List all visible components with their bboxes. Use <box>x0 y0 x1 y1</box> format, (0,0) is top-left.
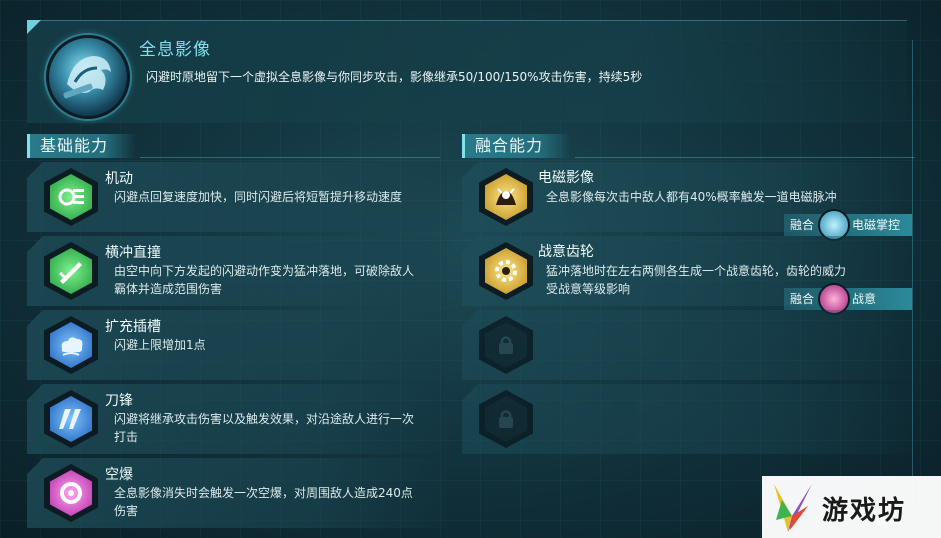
skill-name: 扩充插槽 <box>105 319 161 335</box>
blade-slash-icon <box>59 409 81 429</box>
war-gear-icon <box>495 260 517 282</box>
skill-badge <box>479 242 533 300</box>
skill-name: 横冲直撞 <box>105 245 161 261</box>
skill-description: 全息影像每次击中敌人都有40%概率触发一道电磁脉冲 <box>546 190 837 204</box>
electro-clone-icon <box>496 188 516 205</box>
skill-badge <box>44 464 98 522</box>
locked-fusion-slot <box>462 310 912 380</box>
skill-description: 闪避上限增加1点 <box>114 338 206 352</box>
header-corner-notch <box>27 20 41 34</box>
locked-badge <box>479 390 533 448</box>
fusion-abilities-title: 融合能力 <box>462 134 572 158</box>
skill-name: 机动 <box>105 171 133 187</box>
lock-icon <box>499 336 513 354</box>
skill-description: 由空中向下方发起的闪避动作变为猛冲落地，可破除敌人霸体并造成范围伤害 <box>114 264 415 296</box>
fusion-partner-name: 战意 <box>852 292 877 306</box>
skill-badge <box>479 168 533 226</box>
burst-ring-icon <box>60 482 82 504</box>
fusion-label: 融合 <box>790 218 815 232</box>
skill-row-mobility[interactable]: 机动 闪避点回复速度加快，同时闪避后将短暂提升移动速度 <box>27 162 447 232</box>
basic-section-line <box>140 157 440 158</box>
skill-description: 全息影像消失时会触发一次空爆，对周围敌人造成240点伤害 <box>114 486 413 518</box>
skill-name: 刀锋 <box>105 393 133 409</box>
skill-name: 空爆 <box>105 467 133 483</box>
fusion-label: 融合 <box>790 292 815 306</box>
locked-badge <box>479 316 533 374</box>
gear-runner-icon <box>58 188 84 206</box>
skill-description: 闪避点回复速度加快，同时闪避后将短暂提升移动速度 <box>114 190 403 204</box>
feather-logo-icon <box>774 484 812 532</box>
ability-description: 闪避时原地留下一个虚拟全息影像与你同步攻击，影像继承50/100/150%攻击伤… <box>146 70 643 84</box>
site-watermark: 游戏坊 <box>762 476 941 538</box>
lock-icon <box>499 410 513 428</box>
watermark-text: 游戏坊 <box>822 496 907 526</box>
skill-description: 闪避将继承攻击伤害以及触发效果，对沿途敌人进行一次打击 <box>114 412 415 444</box>
fusion-tag-war-spirit[interactable]: 融合 战意 <box>784 283 912 315</box>
skill-row-air-burst[interactable]: 空爆 全息影像消失时会触发一次空爆，对周围敌人造成240点伤害 <box>27 458 447 528</box>
skill-name: 电磁影像 <box>538 170 594 186</box>
skill-badge <box>44 390 98 448</box>
skill-row-expand-slot[interactable]: 扩充插槽 闪避上限增加1点 <box>27 310 447 380</box>
basic-abilities-title: 基础能力 <box>27 134 137 158</box>
sword-dash-icon <box>59 262 82 284</box>
skill-name: 战意齿轮 <box>538 244 594 260</box>
locked-fusion-slot <box>462 384 912 454</box>
skill-badge <box>44 242 98 300</box>
skill-row-blade[interactable]: 刀锋 闪避将继承攻击伤害以及触发效果，对沿途敌人进行一次打击 <box>27 384 447 454</box>
fusion-partner-name: 电磁掌控 <box>852 218 901 232</box>
skill-badge <box>44 316 98 374</box>
cloud-slot-icon <box>61 337 83 356</box>
skill-badge <box>44 168 98 226</box>
skill-row-charge[interactable]: 横冲直撞 由空中向下方发起的闪避动作变为猛冲落地，可破除敌人霸体并造成范围伤害 <box>27 236 447 306</box>
fusion-tag-electro-control[interactable]: 融合 电磁掌控 <box>784 209 912 241</box>
hologram-ability-icon <box>46 35 130 119</box>
ability-title: 全息影像 <box>139 40 211 60</box>
right-frame-line <box>912 40 913 510</box>
fusion-section-line <box>575 157 915 158</box>
